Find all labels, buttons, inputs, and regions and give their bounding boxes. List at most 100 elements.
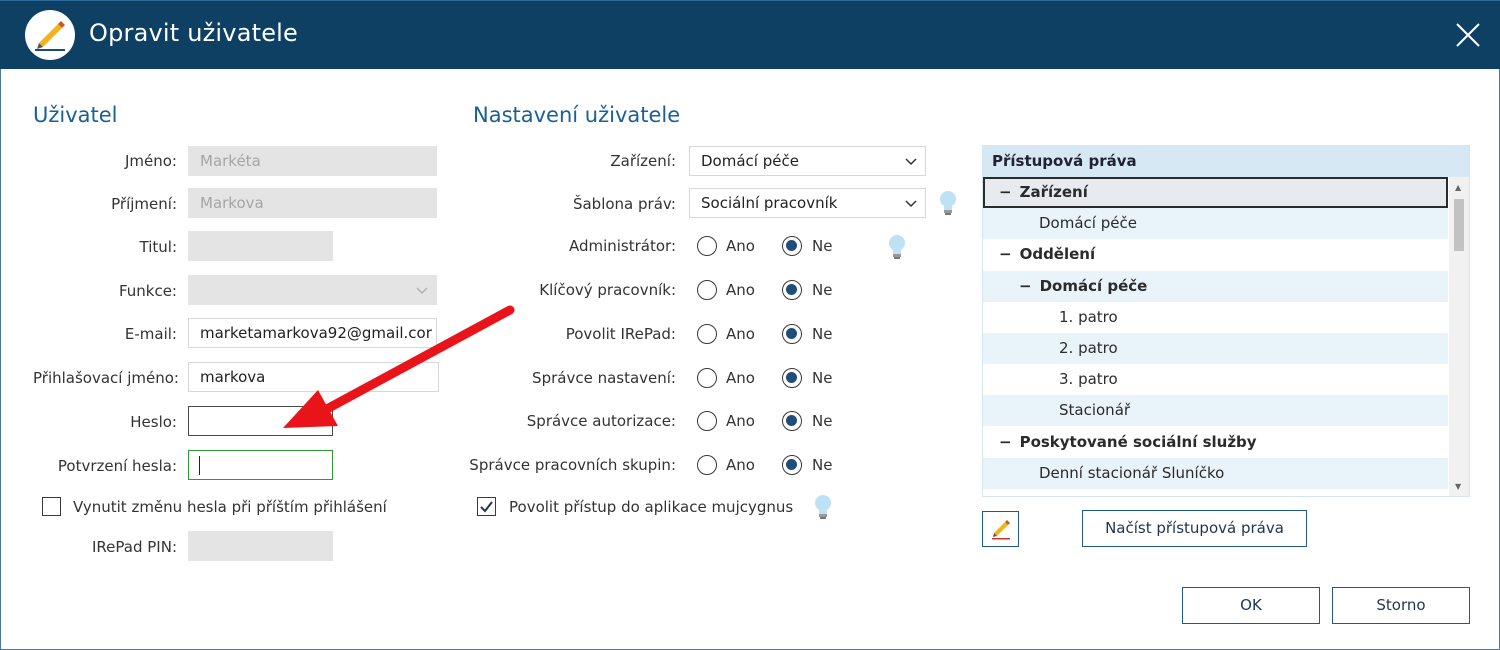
email-field[interactable]: marketamarkova92@gmail.cor bbox=[188, 318, 437, 348]
radio-row-label: Správce autorizace: bbox=[526, 412, 676, 430]
chevron-down-icon bbox=[905, 200, 917, 208]
rights-template-label: Šablona práv: bbox=[572, 195, 676, 213]
user-section-title: Uživatel bbox=[33, 103, 118, 127]
tree-row-label: Zařízení bbox=[1019, 183, 1088, 201]
radio-row-label: Správce nastavení: bbox=[532, 369, 676, 387]
access-rights-tree[interactable]: Přístupová práva − Zařízení Domácí péče − Od… bbox=[982, 145, 1470, 497]
lightbulb-icon[interactable] bbox=[887, 233, 907, 261]
title-bar: Opravit uživatele bbox=[0, 0, 1500, 69]
radio-yes[interactable] bbox=[697, 368, 717, 388]
tree-row[interactable]: − Poskytované sociální služby bbox=[983, 427, 1448, 458]
radio-no-label: Ne bbox=[812, 412, 833, 430]
scroll-thumb[interactable] bbox=[1454, 199, 1464, 251]
load-access-rights-button[interactable]: Načíst přístupová práva bbox=[1082, 510, 1307, 547]
tree-row[interactable]: − Zařízení bbox=[983, 177, 1448, 208]
ok-button[interactable]: OK bbox=[1182, 587, 1320, 624]
rights-template-value: Sociální pracovník bbox=[701, 194, 838, 212]
tree-row[interactable]: − Domácí péče bbox=[983, 270, 1448, 302]
scroll-up-icon[interactable]: ▲ bbox=[1455, 183, 1461, 192]
force-password-change-label: Vynutit změnu hesla při příštím přihláše… bbox=[73, 498, 387, 516]
settings-section-title: Nastavení uživatele bbox=[473, 103, 681, 127]
pencil-icon bbox=[25, 10, 75, 60]
facility-select[interactable]: Domácí péče bbox=[689, 146, 926, 176]
title-field[interactable] bbox=[188, 231, 333, 261]
radio-yes[interactable] bbox=[697, 280, 717, 300]
radio-yes-label: Ano bbox=[726, 369, 755, 387]
radio-no-label: Ne bbox=[812, 325, 833, 343]
first-name-field[interactable]: Markéta bbox=[188, 146, 437, 176]
lightbulb-icon[interactable] bbox=[938, 189, 958, 217]
tree-row[interactable]: Denní stacionář Sluníčko bbox=[983, 457, 1448, 489]
radio-yes[interactable] bbox=[697, 324, 717, 344]
radio-no[interactable] bbox=[782, 280, 802, 300]
tree-row-label: Domácí péče bbox=[1039, 276, 1148, 295]
password-confirm-label: Potvrzení hesla: bbox=[57, 457, 177, 475]
radio-yes-label: Ano bbox=[726, 237, 755, 255]
tree-row-label: 1. patro bbox=[1059, 307, 1118, 326]
radio-yes[interactable] bbox=[697, 455, 717, 475]
function-select[interactable] bbox=[188, 275, 437, 305]
irepad-pin-field[interactable] bbox=[188, 531, 333, 561]
allow-app-access-label: Povolit přístup do aplikace mujcygnus bbox=[509, 498, 794, 516]
tree-row[interactable]: 2. patro bbox=[983, 333, 1448, 364]
radio-yes-label: Ano bbox=[726, 412, 755, 430]
force-password-change-checkbox[interactable] bbox=[42, 497, 61, 516]
radio-row-label: Administrátor: bbox=[568, 237, 676, 255]
chevron-down-icon bbox=[416, 287, 428, 295]
first-name-label: Jméno: bbox=[124, 152, 177, 170]
password-confirm-field[interactable] bbox=[188, 450, 333, 480]
login-field[interactable]: markova bbox=[188, 362, 439, 392]
tree-row[interactable]: Domácí péče bbox=[983, 208, 1448, 240]
access-rights-header: Přístupová práva bbox=[983, 146, 1469, 177]
pencil-icon bbox=[992, 520, 1010, 540]
tree-row[interactable]: 1. patro bbox=[983, 302, 1448, 333]
last-name-field[interactable]: Markova bbox=[188, 188, 437, 218]
collapse-icon[interactable]: − bbox=[1019, 277, 1032, 295]
radio-no[interactable] bbox=[782, 368, 802, 388]
collapse-icon[interactable]: − bbox=[999, 183, 1012, 201]
radio-no[interactable] bbox=[782, 455, 802, 475]
radio-row-label: Správce pracovních skupin: bbox=[469, 456, 676, 474]
cancel-button[interactable]: Storno bbox=[1332, 587, 1470, 624]
radio-no[interactable] bbox=[782, 324, 802, 344]
close-icon[interactable] bbox=[1454, 21, 1482, 49]
tree-scrollbar[interactable]: ▲ ▼ bbox=[1449, 177, 1469, 496]
email-label: E-mail: bbox=[124, 325, 177, 343]
tree-row[interactable]: − Oddělení bbox=[983, 239, 1448, 270]
radio-yes-label: Ano bbox=[726, 281, 755, 299]
radio-no-label: Ne bbox=[812, 281, 833, 299]
radio-no[interactable] bbox=[782, 236, 802, 256]
radio-no-label: Ne bbox=[812, 456, 833, 474]
text-caret bbox=[199, 456, 200, 475]
allow-app-access-checkbox[interactable] bbox=[477, 497, 496, 516]
tree-row-label: Stacionář bbox=[1059, 401, 1131, 420]
tree-row-label: 3. patro bbox=[1059, 370, 1118, 389]
lightbulb-icon[interactable] bbox=[813, 493, 833, 521]
tree-row-label: Poskytované sociální služby bbox=[1019, 432, 1257, 451]
scroll-down-icon[interactable]: ▼ bbox=[1455, 482, 1461, 491]
frame-left bbox=[0, 69, 1, 650]
radio-no[interactable] bbox=[782, 411, 802, 431]
tree-row-label: Denní stacionář Sluníčko bbox=[1039, 463, 1225, 482]
function-label: Funkce: bbox=[118, 282, 177, 300]
radio-yes[interactable] bbox=[697, 411, 717, 431]
title-label: Titul: bbox=[139, 238, 177, 256]
tree-row-label: Oddělení bbox=[1019, 245, 1096, 264]
facility-value: Domácí péče bbox=[701, 152, 799, 170]
password-field[interactable] bbox=[188, 406, 333, 436]
collapse-icon[interactable]: − bbox=[999, 433, 1012, 451]
radio-row-label: Klíčový pracovník: bbox=[539, 281, 676, 299]
tree-row[interactable]: Stacionář bbox=[983, 395, 1448, 427]
edit-rights-button[interactable] bbox=[982, 511, 1019, 547]
radio-yes[interactable] bbox=[697, 236, 717, 256]
chevron-down-icon bbox=[905, 158, 917, 166]
facility-label: Zařízení: bbox=[610, 152, 676, 170]
radio-no-label: Ne bbox=[812, 369, 833, 387]
login-label: Přihlašovací jméno: bbox=[33, 369, 179, 387]
password-label: Heslo: bbox=[130, 413, 177, 431]
tree-row[interactable]: 3. patro bbox=[983, 364, 1448, 395]
radio-row-label: Povolit IRePad: bbox=[565, 325, 676, 343]
tree-row-label: 2. patro bbox=[1059, 339, 1118, 357]
rights-template-select[interactable]: Sociální pracovník bbox=[689, 188, 926, 218]
collapse-icon[interactable]: − bbox=[999, 245, 1012, 263]
